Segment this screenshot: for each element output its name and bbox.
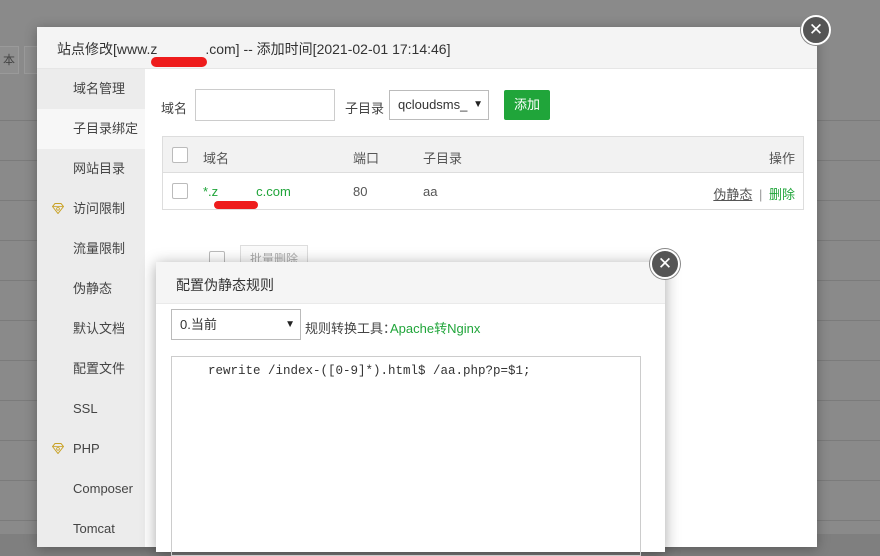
sidebar-item-label: 流量限制 <box>73 241 126 256</box>
sidebar-item-label: Composer <box>73 481 133 496</box>
sidebar-item[interactable]: 访问限制 <box>37 189 145 229</box>
sidebar-item-label: Tomcat <box>73 521 115 536</box>
sidebar-item[interactable]: 流量限制 <box>37 229 145 269</box>
vip-diamond-icon <box>52 443 64 454</box>
sidebar-item[interactable]: 默认文档 <box>37 309 145 349</box>
row-subdir: aa <box>423 184 438 199</box>
tool-label: 规则转换工具： <box>305 321 397 336</box>
sidebar-item-label: 子目录绑定 <box>73 121 139 136</box>
sidebar-item[interactable]: 伪静态 <box>37 269 145 309</box>
sidebar-item-label: 域名管理 <box>73 81 126 96</box>
vip-diamond-icon <box>52 203 64 214</box>
table-header: 域名 端口 子目录 操作 <box>163 137 803 173</box>
sidebar-item-label: PHP <box>73 441 100 456</box>
sidebar: 域名管理子目录绑定网站目录访问限制流量限制伪静态默认文档配置文件 SSL PHP Co… <box>37 69 145 547</box>
col-domain: 域名 <box>203 151 230 166</box>
table-row: *.z c.com 80 aa 伪静态 | 删除 <box>163 173 803 209</box>
modal-title: 配置伪静态规则 <box>176 277 274 293</box>
chevron-down-icon: ▼ <box>285 319 295 330</box>
sidebar-item-label: 默认文档 <box>73 321 126 336</box>
subdir-table: 域名 端口 子目录 操作 *.z c.com 80 aa 伪静态 | 删除 <box>162 136 804 210</box>
sidebar-item-label: 伪静态 <box>73 281 113 296</box>
sidebar-item[interactable]: 网站目录 <box>37 149 145 189</box>
subdir-select[interactable]: qcloudsms_ ▼ <box>389 90 489 120</box>
sidebar-item-label: 访问限制 <box>73 201 126 216</box>
rewrite-rule-editor[interactable]: rewrite /index-([0-9]*).html$ /aa.php?p=… <box>171 356 641 556</box>
modal-header: 配置伪静态规则 <box>156 262 665 304</box>
apache-to-nginx-link[interactable]: Apache转Nginx <box>390 318 480 337</box>
domain-label: 域名 <box>161 101 188 116</box>
col-actions: 操作 <box>768 151 795 166</box>
background-button: 本 <box>0 46 19 74</box>
rewrite-link[interactable]: 伪静态 <box>713 187 752 202</box>
col-port: 端口 <box>353 151 380 166</box>
version-selected-value: 0.当前 <box>180 317 217 332</box>
sidebar-item[interactable]: Tomcat <box>37 509 145 549</box>
sidebar-item-label: 配置文件 <box>73 361 126 376</box>
sidebar-item[interactable]: 域名管理 <box>37 69 145 109</box>
sidebar-item-label: SSL <box>73 401 98 416</box>
rewrite-rule-modal: 配置伪静态规则 0.当前 ▼ 规则转换工具： Apache转Nginx rewr… <box>156 262 665 556</box>
dialog-title-suffix: .com] -- 添加时间[2021-02-01 17:14:46] <box>205 41 451 57</box>
rewrite-version-select[interactable]: 0.当前 ▼ <box>171 309 301 340</box>
sidebar-item-label: 网站目录 <box>73 161 126 176</box>
select-all-checkbox[interactable] <box>172 147 188 163</box>
sidebar-item[interactable]: Composer <box>37 469 145 509</box>
sidebar-item[interactable]: 子目录绑定 <box>37 109 145 149</box>
sidebar-item[interactable]: 配置文件 <box>37 349 145 389</box>
domain-input[interactable] <box>195 89 335 121</box>
add-button[interactable]: 添加 <box>504 90 550 120</box>
row-checkbox[interactable] <box>172 183 188 199</box>
subdir-label: 子目录 <box>345 101 385 116</box>
dialog-close-icon[interactable]: ✕ <box>801 15 831 45</box>
col-subdir: 子目录 <box>423 151 463 166</box>
action-separator: | <box>758 187 763 202</box>
row-port: 80 <box>353 184 368 199</box>
chevron-down-icon: ▼ <box>473 99 483 110</box>
dialog-header: 站点修改[www.z .com] -- 添加时间[2021-02-01 17:14… <box>37 27 817 69</box>
dialog-title-prefix: 站点修改[www.z <box>57 41 158 57</box>
dialog-title: 站点修改[www.z .com] -- 添加时间[2021-02-01 17:14… <box>57 39 451 67</box>
row-actions: 伪静态 | 删除 <box>713 184 795 203</box>
modal-close-icon[interactable]: ✕ <box>650 249 680 279</box>
sidebar-item[interactable]: PHP <box>37 429 145 469</box>
subdir-selected-value: qcloudsms_ <box>398 97 468 112</box>
row-domain[interactable]: *.z c.com <box>203 184 291 209</box>
sidebar-item[interactable]: SSL <box>37 389 145 429</box>
delete-link[interactable]: 删除 <box>769 187 795 202</box>
